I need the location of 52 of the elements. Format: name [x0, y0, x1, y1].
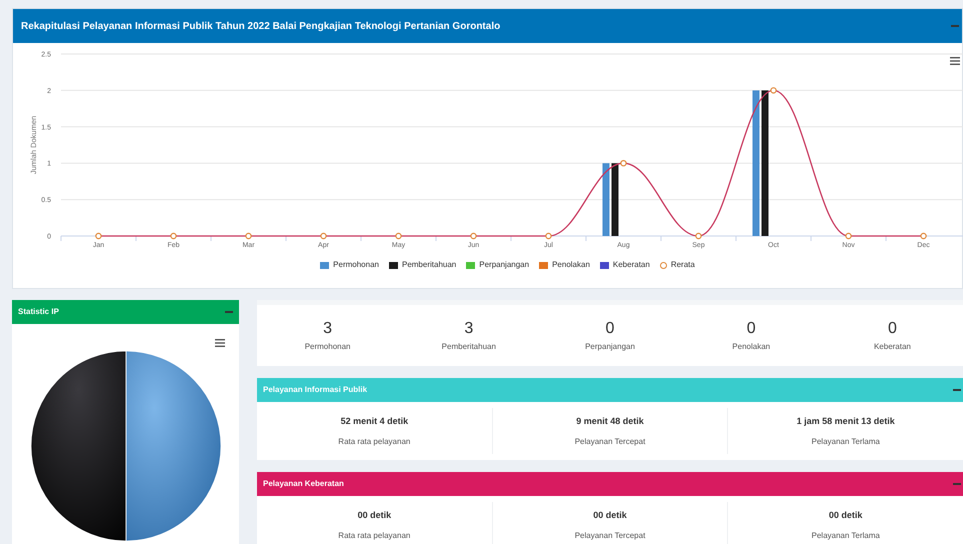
- legend-label[interactable]: Keberatan: [612, 259, 650, 271]
- service-label: Pelayanan Tercepat: [574, 532, 646, 540]
- point-marker: [395, 232, 402, 240]
- panel-title: Pelayanan Informasi Publik: [263, 384, 368, 396]
- stat-label: Keberatan: [874, 342, 911, 350]
- stat-value: 0: [606, 320, 614, 336]
- point-marker: [845, 232, 852, 240]
- point-marker: [170, 232, 177, 240]
- stat-label: Permohonan: [304, 342, 350, 350]
- legend-label[interactable]: Perpanjangan: [479, 259, 530, 271]
- service-time: 00 detik: [593, 510, 627, 520]
- menu-icon[interactable]: [950, 57, 960, 65]
- point-marker: [320, 232, 327, 240]
- point-marker: [245, 232, 252, 240]
- panel-title: Pelayanan Keberatan: [263, 478, 344, 490]
- point-marker: [770, 87, 777, 94]
- service-time: 1 jam 58 menit 13 detik: [796, 416, 895, 426]
- stat-value: 3: [464, 320, 474, 336]
- legend-swatch: [320, 262, 330, 268]
- point-marker: [920, 232, 927, 240]
- point-marker: [95, 232, 102, 240]
- legend-swatch: [539, 262, 548, 268]
- service-label: Pelayanan Terlama: [812, 532, 880, 540]
- point-marker: [545, 232, 552, 240]
- service-label: Pelayanan Terlama: [812, 438, 880, 446]
- point-marker: [695, 232, 702, 240]
- stat-label: Perpanjangan: [585, 342, 635, 350]
- service-time: 52 menit 4 detik: [340, 416, 408, 426]
- legend-swatch: [600, 262, 609, 268]
- stat-value: 3: [323, 320, 332, 336]
- point-marker: [470, 232, 477, 240]
- legend-label[interactable]: Penolakan: [552, 259, 590, 271]
- panel-title: Rekapitulasi Pelayanan Informasi Publik Tahun 2022 Balai Pengkajian Teknologi Pertanian Gorontalo: [21, 20, 500, 34]
- stat-label: Penolakan: [732, 342, 770, 350]
- legend-label[interactable]: Permohonan: [333, 259, 379, 271]
- stat-label: Pemberitahuan: [442, 342, 496, 350]
- legend-label[interactable]: Pemberitahuan: [402, 259, 456, 271]
- service-label: Rata rata pelayanan: [338, 438, 410, 446]
- service-label: Rata rata pelayanan: [338, 532, 410, 540]
- panel-title: Statistic IP: [18, 306, 59, 318]
- service-label: Pelayanan Tercepat: [574, 438, 646, 446]
- service-time: 9 menit 48 detik: [576, 416, 644, 426]
- legend-swatch: [466, 262, 476, 268]
- point-marker: [620, 160, 627, 166]
- service-time: 00 detik: [828, 510, 862, 520]
- stat-value: 0: [746, 320, 756, 336]
- stat-value: 0: [888, 320, 897, 336]
- menu-icon[interactable]: [215, 339, 225, 347]
- service-time: 00 detik: [358, 510, 392, 520]
- legend-swatch: [388, 262, 398, 268]
- legend-marker: [660, 262, 667, 268]
- legend-label[interactable]: Rerata: [670, 259, 695, 271]
